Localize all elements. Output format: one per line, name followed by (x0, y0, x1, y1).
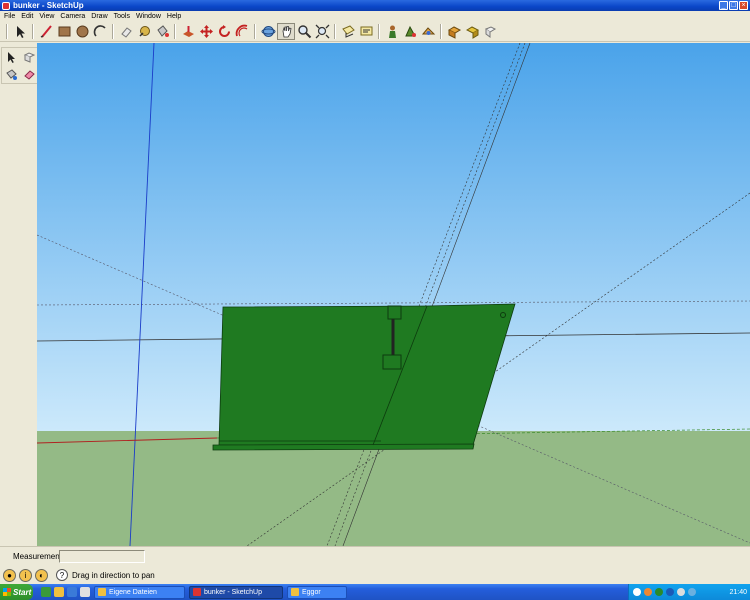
paint-bucket-icon[interactable] (3, 66, 20, 82)
tool-palette-grid (1, 47, 40, 84)
minimize-button[interactable]: _ (719, 1, 728, 10)
clock: 21:40 (729, 588, 747, 596)
menu-window[interactable]: Window (133, 11, 164, 22)
paint-bucket-icon[interactable] (153, 23, 171, 40)
toolbar-separator (254, 24, 256, 39)
quick-launch-desktop-icon[interactable] (80, 587, 90, 597)
toolbar-separator (378, 24, 380, 39)
measurements-label: Measurements (13, 552, 66, 561)
bunker-hinge-top[interactable] (387, 305, 402, 320)
quick-launch-app-icon[interactable] (41, 587, 51, 597)
title-bar: bunker - SketchUp _ □ × (0, 0, 750, 11)
3d-viewport[interactable] (37, 43, 750, 546)
window-controls: _ □ × (719, 1, 748, 10)
antivirus-tray-icon[interactable] (644, 588, 652, 596)
menu-view[interactable]: View (36, 11, 57, 22)
bunker-model[interactable] (212, 303, 516, 451)
taskbar-item-eggor[interactable]: Eggor (287, 585, 347, 599)
push-pull-icon[interactable] (179, 23, 197, 40)
walk-icon[interactable] (401, 23, 419, 40)
user-icon[interactable]: ◐ (35, 568, 48, 582)
dimension-icon[interactable] (357, 23, 375, 40)
tape-measure-icon[interactable] (135, 23, 153, 40)
status-hint: Drag in direction to pan (72, 570, 155, 580)
menu-tools[interactable]: Tools (111, 11, 133, 22)
quick-launch-browser-icon[interactable] (67, 587, 77, 597)
menu-draw[interactable]: Draw (88, 11, 110, 22)
menu-camera[interactable]: Camera (57, 11, 88, 22)
rectangle-icon[interactable] (55, 23, 73, 40)
quick-launch (41, 587, 90, 597)
select-icon[interactable] (3, 49, 20, 65)
toolbar-separator (174, 24, 176, 39)
start-button[interactable]: Start (0, 584, 33, 600)
offset-icon[interactable] (233, 23, 251, 40)
share-model-icon[interactable] (463, 23, 481, 40)
credits-icon[interactable]: i (19, 568, 32, 582)
zoom-icon[interactable] (295, 23, 313, 40)
toolbar-separator (32, 24, 34, 39)
windows-logo-icon (3, 588, 11, 596)
menu-help[interactable]: Help (164, 11, 184, 22)
toolbar-separator (112, 24, 114, 39)
toolbar-separator (440, 24, 442, 39)
start-label: Start (13, 587, 32, 597)
task-label: Eggor (302, 588, 321, 596)
select-icon[interactable] (11, 23, 29, 40)
scene-canvas[interactable] (37, 43, 750, 546)
help-tray-icon[interactable] (633, 588, 641, 596)
status-bar: ● i ◐ ? Drag in direction to pan (0, 566, 750, 584)
geo-location-icon[interactable]: ● (3, 568, 16, 582)
close-button[interactable]: × (739, 1, 748, 10)
section-plane-icon[interactable] (339, 23, 357, 40)
task-label: Eigene Dateien (109, 588, 157, 596)
get-models-icon[interactable] (445, 23, 463, 40)
line-icon[interactable] (37, 23, 55, 40)
menu-file[interactable]: File (0, 11, 18, 22)
sketchup-icon (193, 588, 201, 596)
taskbar-item-sketchup[interactable]: bunker - SketchUp (189, 585, 283, 599)
position-camera-icon[interactable] (383, 23, 401, 40)
eraser-icon[interactable] (21, 66, 38, 82)
bunker-base-plate[interactable] (212, 443, 475, 451)
maximize-button[interactable]: □ (729, 1, 738, 10)
help-icon[interactable]: ? (56, 569, 68, 581)
zoom-extents-icon[interactable] (313, 23, 331, 40)
rotate-icon[interactable] (215, 23, 233, 40)
arc-icon[interactable] (91, 23, 109, 40)
main-toolbar (0, 22, 750, 42)
task-label: bunker - SketchUp (204, 588, 262, 596)
menu-bar: File Edit View Camera Draw Tools Window … (0, 11, 750, 22)
look-around-icon[interactable] (419, 23, 437, 40)
menu-edit[interactable]: Edit (18, 11, 36, 22)
pan-icon[interactable] (277, 23, 295, 40)
window-title: bunker - SketchUp (13, 1, 84, 10)
toolbar-separator (334, 24, 336, 39)
sketchup-app-icon[interactable] (2, 1, 10, 10)
circle-icon[interactable] (73, 23, 91, 40)
move-icon[interactable] (197, 23, 215, 40)
make-component-icon[interactable] (21, 49, 38, 65)
update-tray-icon[interactable] (688, 588, 696, 596)
bunker-hinge-bottom[interactable] (382, 354, 402, 370)
network-tray-icon[interactable] (655, 588, 663, 596)
bunker-front-face[interactable] (218, 303, 516, 446)
toolbar-grip[interactable] (6, 24, 8, 39)
taskbar: Start Eigene Dateien bunker - SketchUp E… (0, 584, 750, 600)
quick-launch-folder-icon[interactable] (54, 587, 64, 597)
component-icon[interactable] (481, 23, 499, 40)
bluetooth-tray-icon[interactable] (666, 588, 674, 596)
measurements-bar: Measurements (0, 546, 750, 566)
measurements-input[interactable] (59, 550, 145, 563)
volume-tray-icon[interactable] (677, 588, 685, 596)
eraser-icon[interactable] (117, 23, 135, 40)
orbit-icon[interactable] (259, 23, 277, 40)
folder-icon (291, 588, 299, 596)
folder-icon (98, 588, 106, 596)
tool-palette (0, 43, 40, 546)
taskbar-item-eigene-dateien[interactable]: Eigene Dateien (94, 585, 185, 599)
system-tray: 21:40 (628, 584, 750, 600)
